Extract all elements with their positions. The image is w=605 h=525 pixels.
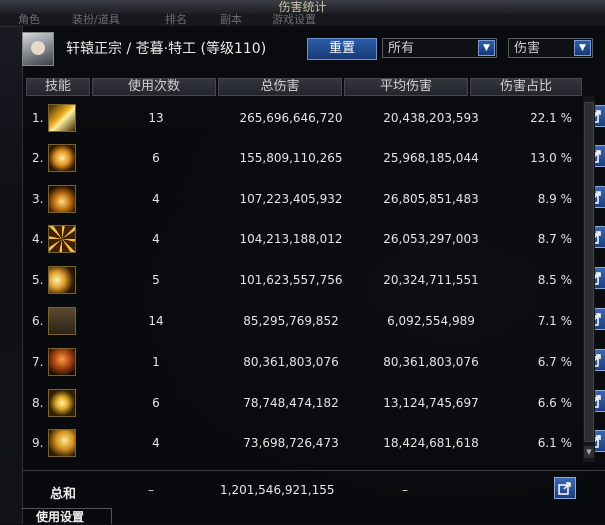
usage-settings-tab[interactable]: 使用设置	[22, 508, 112, 524]
row-damage-pct: 7.1 %	[537, 314, 572, 328]
row-avg-damage: 25,968,185,044	[383, 151, 479, 165]
table-row: 8. 6 78,748,474,182 13,124,745,697 6.6 %	[26, 388, 605, 418]
skill-icon-2[interactable]	[48, 144, 76, 172]
row-rank: 4.	[32, 232, 44, 246]
row-damage-pct: 22.1 %	[530, 111, 572, 125]
bg-tab-items[interactable]: 装扮/道具	[72, 14, 120, 26]
bg-tab-dungeon[interactable]: 副本	[220, 14, 242, 26]
row-avg-damage: 26,053,297,003	[383, 232, 479, 246]
type-filter-value: 伤害	[514, 41, 541, 56]
row-uses: 4	[152, 192, 160, 206]
row-total-damage: 104,213,188,012	[239, 232, 343, 246]
scroll-down-arrow-icon[interactable]: ▼	[584, 446, 594, 458]
skill-icon-1[interactable]	[48, 104, 76, 132]
character-avatar	[22, 32, 54, 66]
table-row: 5. 5 101,623,557,756 20,324,711,551 8.5 …	[26, 265, 605, 295]
table-row: 7. 1 80,361,803,076 80,361,803,076 6.7 %	[26, 347, 605, 377]
row-rank: 3.	[32, 192, 44, 206]
row-avg-damage: 18,424,681,618	[383, 436, 479, 450]
row-total-damage: 85,295,769,852	[243, 314, 339, 328]
row-uses: 13	[148, 111, 164, 125]
row-total-damage: 265,696,646,720	[239, 111, 343, 125]
total-damage: 1,201,546,921,155	[220, 483, 335, 497]
panel-header: 轩辕正宗 / 苍暮·特工 (等级110) 重置 所有 ▼ 伤害 ▼	[22, 28, 605, 74]
total-row: 总和 – 1,201,546,921,155 –	[22, 470, 605, 507]
row-uses: 1	[152, 355, 160, 369]
row-total-damage: 80,361,803,076	[243, 355, 339, 369]
row-uses: 4	[152, 232, 160, 246]
row-rank: 7.	[32, 355, 44, 369]
table-row: 2. 6 155,809,110,265 25,968,185,044 13.0…	[26, 143, 605, 173]
row-rank: 6.	[32, 314, 44, 328]
reset-button[interactable]: 重置	[307, 38, 377, 60]
skill-icon-5[interactable]	[48, 266, 76, 294]
column-header-uses[interactable]: 使用次数	[92, 78, 216, 96]
table-row: 1. 13 265,696,646,720 20,438,203,593 22.…	[26, 103, 605, 133]
row-rank: 8.	[32, 396, 44, 410]
total-avg: –	[402, 483, 408, 497]
character-name: 轩辕正宗 / 苍暮·特工 (等级110)	[66, 41, 267, 57]
row-total-damage: 155,809,110,265	[239, 151, 343, 165]
row-avg-damage: 26,805,851,483	[383, 192, 479, 206]
row-rank: 1.	[32, 111, 44, 125]
row-damage-pct: 8.9 %	[537, 192, 572, 206]
row-rank: 5.	[32, 273, 44, 287]
row-avg-damage: 13,124,745,697	[383, 396, 479, 410]
total-label: 总和	[50, 487, 77, 502]
skill-icon-6[interactable]	[48, 307, 76, 335]
table-scrollbar[interactable]: ▼	[583, 96, 595, 462]
row-damage-pct: 8.5 %	[537, 273, 572, 287]
total-uses: –	[148, 483, 154, 497]
scrollbar-thumb[interactable]	[584, 102, 594, 442]
chevron-down-icon[interactable]: ▼	[478, 40, 495, 56]
row-total-damage: 78,748,474,182	[243, 396, 339, 410]
skill-icon-4[interactable]	[48, 225, 76, 253]
row-total-damage: 107,223,405,932	[239, 192, 343, 206]
bg-tab-rank[interactable]: 排名	[165, 14, 187, 26]
row-uses: 5	[152, 273, 160, 287]
row-total-damage: 73,698,726,473	[243, 436, 339, 450]
table-row: 6. 14 85,295,769,852 6,092,554,989 7.1 %	[26, 306, 605, 336]
row-damage-pct: 13.0 %	[530, 151, 572, 165]
row-avg-damage: 20,324,711,551	[383, 273, 479, 287]
row-uses: 4	[152, 436, 160, 450]
total-share-button[interactable]	[554, 477, 576, 499]
target-filter-dropdown[interactable]: 所有 ▼	[382, 38, 497, 58]
window-title: 伤害统计	[278, 0, 327, 14]
avatar-face	[31, 41, 45, 55]
table-row: 4. 4 104,213,188,012 26,053,297,003 8.7 …	[26, 224, 605, 254]
row-rank: 9.	[32, 436, 44, 450]
row-damage-pct: 6.6 %	[537, 396, 572, 410]
row-damage-pct: 6.1 %	[537, 436, 572, 450]
table-row: 3. 4 107,223,405,932 26,805,851,483 8.9 …	[26, 184, 605, 214]
row-damage-pct: 8.7 %	[537, 232, 572, 246]
bg-tab-settings[interactable]: 游戏设置	[272, 14, 316, 26]
type-filter-dropdown[interactable]: 伤害 ▼	[508, 38, 593, 58]
row-uses: 6	[152, 151, 160, 165]
row-total-damage: 101,623,557,756	[239, 273, 343, 287]
column-header-total[interactable]: 总伤害	[218, 78, 342, 96]
bg-tab-character[interactable]: 角色	[18, 14, 40, 26]
row-avg-damage: 80,361,803,076	[383, 355, 479, 369]
row-avg-damage: 6,092,554,989	[387, 314, 475, 328]
skill-icon-7[interactable]	[48, 348, 76, 376]
row-uses: 6	[152, 396, 160, 410]
row-avg-damage: 20,438,203,593	[383, 111, 479, 125]
skill-icon-8[interactable]	[48, 389, 76, 417]
column-header-avg[interactable]: 平均伤害	[344, 78, 468, 96]
target-filter-value: 所有	[388, 41, 415, 56]
share-icon	[558, 482, 571, 495]
table-row: 9. 4 73,698,726,473 18,424,681,618 6.1 %	[26, 428, 605, 458]
skill-icon-9[interactable]	[48, 429, 76, 457]
row-rank: 2.	[32, 151, 44, 165]
row-damage-pct: 6.7 %	[537, 355, 572, 369]
row-uses: 14	[148, 314, 164, 328]
chevron-down-icon[interactable]: ▼	[574, 40, 591, 56]
skill-icon-3[interactable]	[48, 185, 76, 213]
column-header-skill[interactable]: 技能	[26, 78, 90, 96]
column-header-pct[interactable]: 伤害占比	[470, 78, 582, 96]
